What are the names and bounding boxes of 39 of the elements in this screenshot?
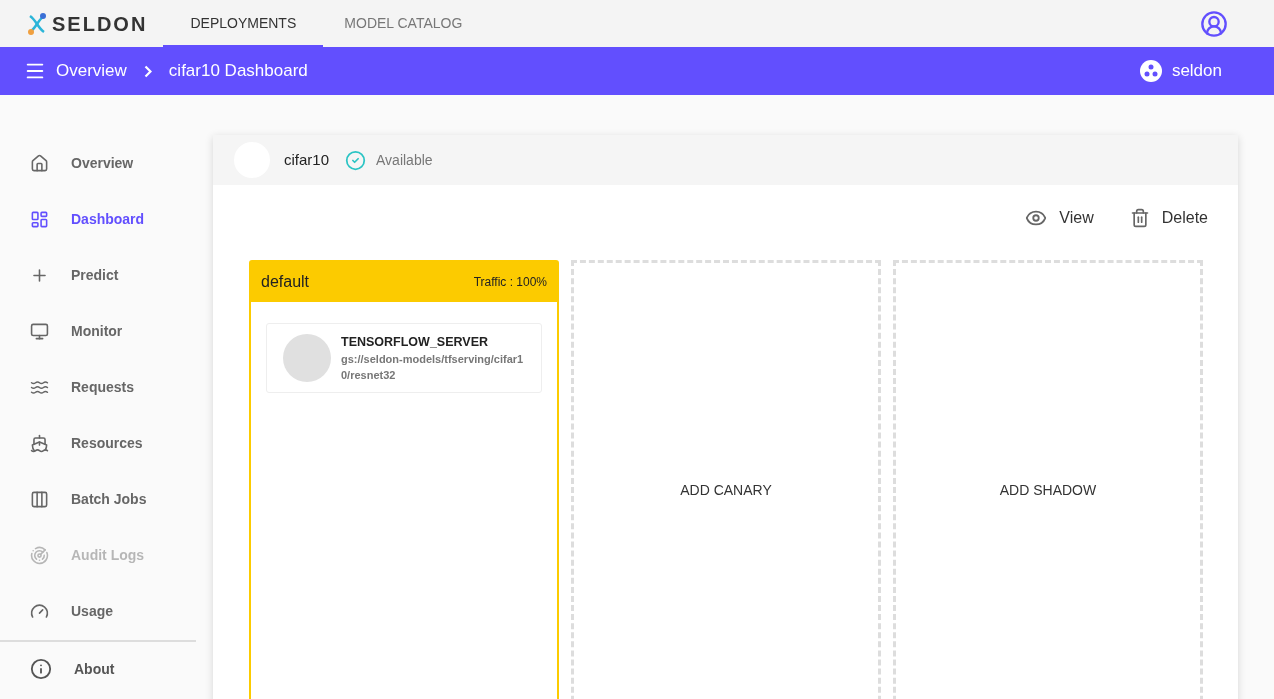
sidebar-item[interactable]: Usage bbox=[0, 583, 196, 639]
sidebar-item[interactable]: Monitor bbox=[0, 303, 196, 359]
add-variant-button[interactable]: ADD CANARY bbox=[571, 260, 881, 699]
model-avatar bbox=[283, 334, 331, 382]
sidebar-item[interactable]: Overview bbox=[0, 135, 196, 191]
traffic-label: Traffic : 100% bbox=[473, 274, 547, 291]
predictor-name: default bbox=[261, 272, 310, 292]
logo-wordmark: SELDON bbox=[52, 11, 148, 37]
monitor-icon bbox=[30, 321, 49, 341]
info-icon bbox=[30, 658, 52, 680]
columns-icon bbox=[30, 489, 49, 509]
sidebar-item[interactable]: Resources bbox=[0, 415, 196, 471]
delete-button[interactable]: Delete bbox=[1129, 206, 1208, 230]
account-icon[interactable] bbox=[1200, 9, 1228, 38]
add-variant-button[interactable]: ADD SHADOW bbox=[893, 260, 1203, 699]
sidebar-item[interactable]: Predict bbox=[0, 247, 196, 303]
radar-icon bbox=[30, 545, 49, 565]
sidebar-item[interactable]: Requests bbox=[0, 359, 196, 415]
namespace-icon bbox=[1139, 60, 1162, 82]
sidebar-item[interactable]: Dashboard bbox=[0, 191, 196, 247]
gauge-icon bbox=[30, 601, 49, 621]
home-icon bbox=[30, 153, 49, 173]
trash-icon bbox=[1129, 208, 1150, 228]
sidebar-item[interactable]: Batch Jobs bbox=[0, 471, 196, 527]
model-card[interactable]: TENSORFLOW_SERVER gs://seldon-models/tfserving/cifar10/resnet32 bbox=[266, 323, 542, 393]
check-circle-icon bbox=[345, 149, 367, 171]
deployment-name: cifar10 bbox=[284, 149, 330, 170]
sidebar-item[interactable]: About bbox=[0, 640, 196, 696]
namespace-label[interactable]: seldon bbox=[1171, 58, 1222, 84]
model-name: TENSORFLOW_SERVER bbox=[341, 333, 489, 351]
view-button[interactable]: View bbox=[1025, 206, 1094, 230]
status-label: Available bbox=[376, 150, 433, 170]
model-uri: gs://seldon-models/tfserving/cifar10/resnet32 bbox=[341, 352, 525, 384]
breadcrumb-link[interactable]: Overview bbox=[56, 58, 127, 84]
breadcrumb-current: cifar10 Dashboard bbox=[168, 60, 308, 83]
logo-icon bbox=[26, 11, 48, 36]
nav-tab[interactable]: MODEL CATALOG bbox=[323, 0, 484, 47]
chevron-icon bbox=[143, 64, 152, 78]
dashboard-icon bbox=[30, 209, 49, 229]
